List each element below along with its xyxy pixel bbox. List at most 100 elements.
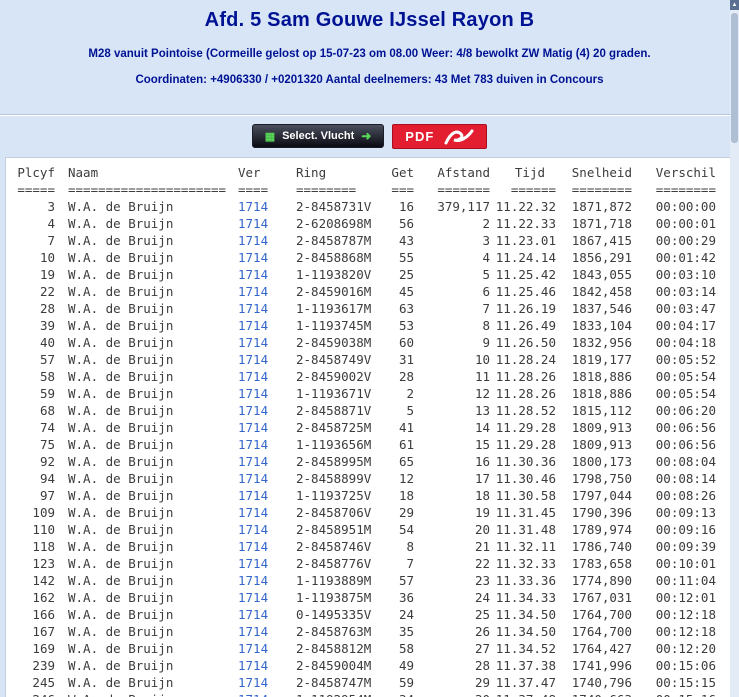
cell-naam: W.A. de Bruijn [68, 624, 174, 639]
cell-ver[interactable]: 1714 [238, 198, 288, 215]
cell-ver[interactable]: 1714 [238, 691, 288, 697]
cell-ring: 1-1193725V [296, 488, 372, 503]
cell-verschil: 00:00:01 [655, 216, 716, 231]
cell-plcyf: 68 [39, 403, 55, 418]
cell-verschil: 00:00:29 [655, 233, 716, 248]
cell-get: 25 [398, 267, 414, 282]
cell-ver[interactable]: 1714 [238, 300, 288, 317]
scroll-up-icon[interactable]: ▲ [730, 0, 739, 10]
cell-afstand: 26 [474, 624, 490, 639]
pdf-button[interactable]: PDF [392, 123, 488, 149]
select-vlucht-button[interactable]: ▦ Select. Vlucht ➜ [251, 124, 385, 148]
column-header-afstand: Afstand [437, 165, 490, 180]
cell-ring: 2-6208698M [296, 216, 372, 231]
cell-tijd: 11.25.46 [495, 284, 556, 299]
cell-ver[interactable]: 1714 [238, 606, 288, 623]
table-row: 40 W.A. de Bruijn 1714 2-8459038M 60 9 11.26.5… [14, 334, 716, 351]
cell-tijd: 11.34.33 [495, 590, 556, 605]
cell-ver[interactable]: 1714 [238, 521, 288, 538]
cell-ver[interactable]: 1714 [238, 334, 288, 351]
cell-get: 49 [398, 658, 414, 673]
table-row: 97 W.A. de Bruijn 1714 1-1193725V 18 18 11.30.… [14, 487, 716, 504]
cell-ver[interactable]: 1714 [238, 368, 288, 385]
cell-naam: W.A. de Bruijn [68, 335, 174, 350]
cell-tijd: 11.34.50 [495, 624, 556, 639]
cell-naam: W.A. de Bruijn [68, 573, 174, 588]
cell-ver[interactable]: 1714 [238, 266, 288, 283]
column-header-plcyf: Plcyf [17, 165, 55, 180]
cell-naam: W.A. de Bruijn [68, 420, 174, 435]
cell-get: 45 [398, 284, 414, 299]
cell-get: 31 [398, 352, 414, 367]
cell-naam: W.A. de Bruijn [68, 675, 174, 690]
table-row: 59 W.A. de Bruijn 1714 1-1193671V 2 12 11.28.2… [14, 385, 716, 402]
table-row: 58 W.A. de Bruijn 1714 2-8459002V 28 11 11.28.… [14, 368, 716, 385]
cell-verschil: 00:15:06 [655, 658, 716, 673]
cell-ring: 2-8458868M [296, 250, 372, 265]
cell-plcyf: 3 [47, 199, 55, 214]
cell-ver[interactable]: 1714 [238, 640, 288, 657]
cell-naam: W.A. de Bruijn [68, 471, 174, 486]
cell-plcyf: 162 [32, 590, 55, 605]
cell-verschil: 00:03:47 [655, 301, 716, 316]
table-row: 123 W.A. de Bruijn 1714 2-8458776V 7 22 11.32.… [14, 555, 716, 572]
cell-ver[interactable]: 1714 [238, 385, 288, 402]
cell-ver[interactable]: 1714 [238, 215, 288, 232]
cell-ver[interactable]: 1714 [238, 453, 288, 470]
cell-afstand: 4 [482, 250, 490, 265]
cell-ver[interactable]: 1714 [238, 283, 288, 300]
scrollbar[interactable]: ▲ [730, 0, 739, 697]
table-row: 162 W.A. de Bruijn 1714 1-1193875M 36 24 11.34… [14, 589, 716, 606]
cell-afstand: 10 [474, 352, 490, 367]
cell-tijd: 11.32.11 [495, 539, 556, 554]
cell-verschil: 00:05:54 [655, 369, 716, 384]
cell-ver[interactable]: 1714 [238, 538, 288, 555]
cell-tijd: 11.31.45 [495, 505, 556, 520]
cell-afstand: 15 [474, 437, 490, 452]
cell-verschil: 00:05:52 [655, 352, 716, 367]
pdf-label: PDF [405, 128, 435, 144]
cell-ver[interactable]: 1714 [238, 674, 288, 691]
cell-verschil: 00:09:16 [655, 522, 716, 537]
cell-ver[interactable]: 1714 [238, 419, 288, 436]
cell-snelheid: 1741,996 [571, 658, 632, 673]
scrollbar-thumb[interactable] [731, 13, 738, 143]
cell-snelheid: 1800,173 [571, 454, 632, 469]
cell-ver[interactable]: 1714 [238, 470, 288, 487]
cell-naam: W.A. de Bruijn [68, 216, 174, 231]
cell-ver[interactable]: 1714 [238, 351, 288, 368]
cell-tijd: 11.28.24 [495, 352, 556, 367]
cell-tijd: 11.37.48 [490, 691, 556, 697]
cell-ver[interactable]: 1714 [238, 487, 288, 504]
cell-ver[interactable]: 1714 [238, 572, 288, 589]
cell-ver[interactable]: 1714 [238, 589, 288, 606]
cell-ring: 2-8458787M [296, 233, 372, 248]
cell-get: 54 [398, 522, 414, 537]
cell-ver[interactable]: 1714 [238, 657, 288, 674]
cell-get: 65 [398, 454, 414, 469]
cell-plcyf: 74 [39, 420, 55, 435]
cell-tijd: 11.22.33 [495, 216, 556, 231]
cell-snelheid: 1843,055 [571, 267, 632, 282]
cell-get: 35 [398, 624, 414, 639]
cell-ver[interactable]: 1714 [238, 232, 288, 249]
cell-ver[interactable]: 1714 [238, 555, 288, 572]
cell-ver[interactable]: 1714 [238, 249, 288, 266]
cell-tijd: 11.28.26 [495, 386, 556, 401]
cell-snelheid: 1819,177 [571, 352, 632, 367]
cell-ver[interactable]: 1714 [238, 317, 288, 334]
cell-afstand: 18 [474, 488, 490, 503]
table-row: 166 W.A. de Bruijn 1714 0-1495335V 24 25 11.34… [14, 606, 716, 623]
cell-naam: W.A. de Bruijn [68, 556, 174, 571]
cell-afstand: 25 [474, 607, 490, 622]
cell-ver[interactable]: 1714 [238, 623, 288, 640]
cell-ver[interactable]: 1714 [238, 402, 288, 419]
cell-tijd: 11.26.50 [495, 335, 556, 350]
cell-ring: 1-1193820V [296, 267, 372, 282]
cell-verschil: 00:05:54 [655, 386, 716, 401]
cell-ver[interactable]: 1714 [238, 436, 288, 453]
cell-naam: W.A. de Bruijn [68, 641, 174, 656]
cell-afstand: 8 [482, 318, 490, 333]
cell-verschil: 00:04:18 [655, 335, 716, 350]
cell-ver[interactable]: 1714 [238, 504, 288, 521]
